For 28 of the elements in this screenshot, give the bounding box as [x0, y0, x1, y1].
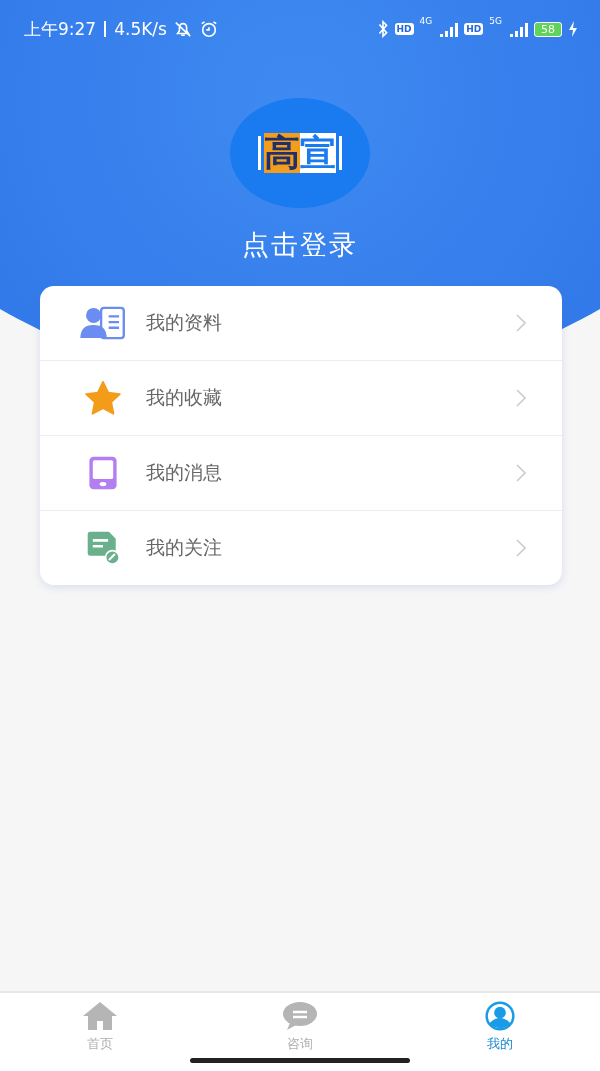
menu-label: 我的资料	[146, 310, 223, 335]
signal-icon	[508, 20, 528, 38]
menu-label: 我的关注	[146, 535, 223, 560]
menu-item[interactable]: 我的消息	[40, 436, 562, 511]
chevron-icon	[516, 314, 526, 332]
menu-item[interactable]: 我的资料	[40, 286, 562, 361]
home-icon	[82, 1001, 118, 1031]
menu-label: 我的收藏	[146, 385, 223, 410]
chevron-icon	[516, 464, 526, 482]
hd-badge: HD	[464, 23, 484, 35]
login-link[interactable]: 点击登录	[236, 226, 364, 264]
chat-icon	[282, 1001, 318, 1031]
network-speed: 4.5K/s	[114, 19, 167, 39]
bluetooth-icon	[376, 20, 389, 38]
menu-item[interactable]: 我的收藏	[40, 361, 562, 436]
chevron-icon	[516, 389, 526, 407]
signal-icon	[438, 20, 459, 38]
menu-item[interactable]: 我的关注	[40, 511, 562, 585]
status-time: 上午9:27	[24, 17, 97, 41]
menu-label: 我的消息	[146, 460, 223, 485]
user-icon	[482, 1001, 518, 1031]
id-card-icon	[80, 306, 126, 340]
nav-tab[interactable]: 我的	[400, 993, 600, 1071]
bell-off-icon	[172, 20, 193, 38]
network-type: 4G	[419, 16, 433, 26]
network-type: 5G	[489, 16, 502, 26]
chevron-icon	[516, 539, 526, 557]
charging-icon	[568, 20, 578, 38]
